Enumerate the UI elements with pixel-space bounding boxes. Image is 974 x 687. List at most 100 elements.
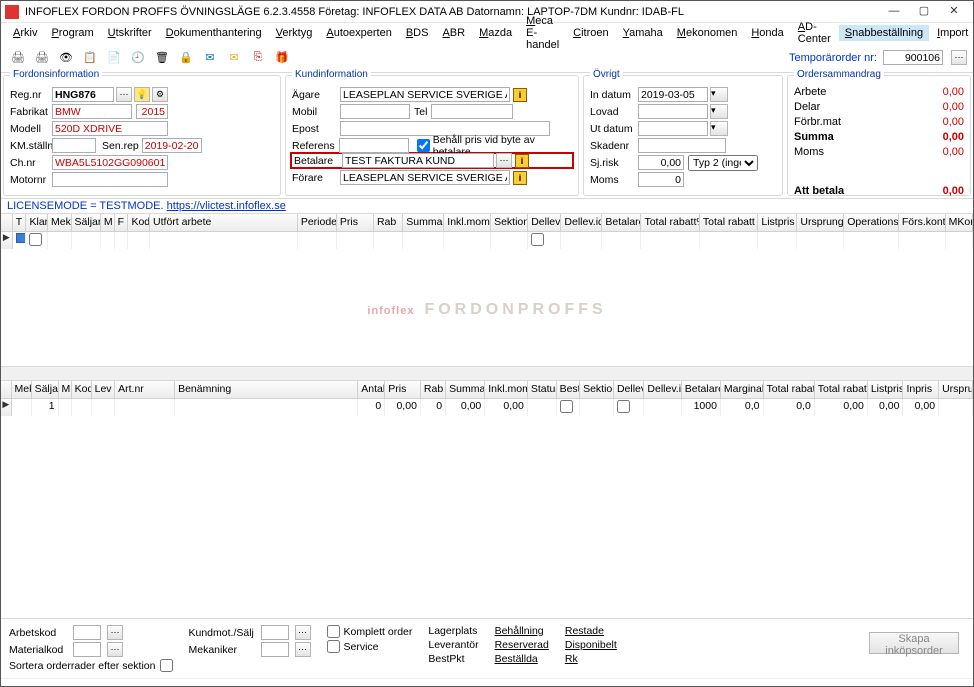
work-col-sektion[interactable]: Sektion (491, 214, 528, 231)
work-col-dellev[interactable]: Dellev (528, 214, 561, 231)
menu-utskrifter[interactable]: Utskrifter (102, 25, 158, 41)
service-checkbox[interactable] (327, 640, 340, 653)
parts-col-mek[interactable]: Mek (12, 381, 32, 398)
work-grid-row[interactable]: ▶ (1, 232, 973, 249)
menu-autoexperten[interactable]: Autoexperten (320, 25, 397, 41)
view-icon[interactable]: 👁 (55, 47, 77, 69)
kundmot-lookup[interactable]: ⋯ (295, 625, 311, 640)
tel-input[interactable] (431, 104, 513, 119)
arbetskod-input[interactable] (73, 625, 101, 640)
footer-reserverad[interactable]: Reserverad (495, 639, 549, 651)
work-col-t[interactable]: T (13, 214, 27, 231)
indatum-picker-button[interactable]: ▾ (710, 87, 728, 102)
pdf-icon[interactable]: ⎘ (247, 47, 269, 69)
parts-col-totalrabattkr[interactable]: Total rabatt kr (815, 381, 868, 398)
temporder-lookup-button[interactable]: ⋯ (951, 50, 967, 65)
forare-input[interactable] (340, 170, 510, 185)
kundmot-input[interactable] (261, 625, 289, 640)
print-icon[interactable]: 🖨 (7, 47, 29, 69)
parts-col-dellevid[interactable]: Dellev.id (644, 381, 681, 398)
menu-program[interactable]: Program (45, 25, 99, 41)
agare-input[interactable] (340, 87, 510, 102)
forare-info-button[interactable]: i (513, 171, 527, 185)
sortera-checkbox[interactable] (160, 659, 173, 672)
moms-input[interactable] (638, 172, 684, 187)
sms-icon[interactable]: ✉ (199, 47, 221, 69)
work-col-klar[interactable]: Klar (26, 214, 48, 231)
utdatum-input[interactable] (638, 121, 708, 136)
mekaniker-lookup[interactable]: ⋯ (295, 642, 311, 657)
menu-yamaha[interactable]: Yamaha (617, 25, 669, 41)
work-col-betalare[interactable]: Betalare (602, 214, 641, 231)
chnr-input[interactable] (52, 155, 168, 170)
regnr-bulb-icon[interactable]: 💡 (134, 87, 150, 102)
work-col-f[interactable]: F (115, 214, 129, 231)
work-grid-hscroll[interactable] (1, 366, 973, 380)
menu-ad-center[interactable]: AD-Center (792, 19, 837, 47)
work-col-operationsnr[interactable]: Operationsnr (844, 214, 899, 231)
parts-col-best[interactable]: Best (557, 381, 581, 398)
skadenr-input[interactable] (638, 138, 726, 153)
menu-import[interactable]: Import (931, 25, 974, 41)
footer-rk[interactable]: Rk (565, 653, 578, 665)
parts-col-antal[interactable]: Antal (358, 381, 385, 398)
referens-input[interactable] (339, 138, 409, 153)
footer-beställda[interactable]: Beställda (495, 653, 538, 665)
work-col-summa[interactable]: Summa (403, 214, 444, 231)
parts-col-benmning[interactable]: Benämning (175, 381, 358, 398)
work-col-totalrabattkr[interactable]: Total rabatt kr (700, 214, 758, 231)
parts-col-m[interactable]: M (59, 381, 72, 398)
create-purchase-order-button[interactable]: Skapa inköpsorder (869, 632, 959, 654)
minimize-button[interactable]: — (879, 2, 909, 22)
parts-col-inpris[interactable]: Inpris (903, 381, 939, 398)
work-col-utfrtarbete[interactable]: Utfört arbete (150, 214, 298, 231)
lock-icon[interactable]: 🔒 (175, 47, 197, 69)
menu-bds[interactable]: BDS (400, 25, 435, 41)
parts-col-sljare[interactable]: Säljare (32, 381, 59, 398)
parts-col-marginal[interactable]: Marginal% (721, 381, 764, 398)
parts-col-inklmoms[interactable]: Inkl.moms (485, 381, 528, 398)
work-col-kod[interactable]: Kod (128, 214, 150, 231)
parts-col-betalare[interactable]: Betalare (682, 381, 721, 398)
work-col-mek[interactable]: Mek (48, 214, 72, 231)
menu-citroen[interactable]: Citroen (567, 25, 614, 41)
menu-honda[interactable]: Honda (745, 25, 789, 41)
work-col-frskonto[interactable]: Förs.konto (899, 214, 946, 231)
materialkod-lookup[interactable]: ⋯ (107, 642, 123, 657)
mail-icon[interactable]: ✉ (223, 47, 245, 69)
print-preview-icon[interactable]: 🖨 (31, 47, 53, 69)
arbetskod-lookup[interactable]: ⋯ (107, 625, 123, 640)
menu-mekonomen[interactable]: Mekonomen (671, 25, 744, 41)
copy-icon[interactable]: 📋 (79, 47, 101, 69)
lovad-input[interactable] (638, 104, 708, 119)
kmstalln-input[interactable] (52, 138, 96, 153)
temporder-input[interactable] (883, 50, 943, 65)
betalare-lookup-button[interactable]: ⋯ (496, 153, 512, 168)
work-col-dellevid[interactable]: Dellev.id (561, 214, 602, 231)
betalare-input[interactable] (342, 153, 494, 168)
regnr-input[interactable] (52, 87, 114, 102)
work-col-pris[interactable]: Pris (337, 214, 374, 231)
regnr-lookup-button[interactable]: ⋯ (116, 87, 132, 102)
menu-arkiv[interactable]: Arkiv (7, 25, 43, 41)
menu-verktyg[interactable]: Verktyg (270, 25, 319, 41)
parts-grid-row[interactable]: ▶100,0000,000,0010000,00,00,000,000,00 (1, 399, 973, 416)
parts-col-artnr[interactable]: Art.nr (115, 381, 175, 398)
close-button[interactable]: ✕ (939, 2, 969, 22)
package-icon[interactable]: 🎁 (271, 47, 293, 69)
komplett-checkbox[interactable] (327, 625, 340, 638)
work-col-rab[interactable]: Rab (374, 214, 403, 231)
behall-pris-checkbox[interactable] (417, 139, 430, 152)
year-input[interactable] (136, 104, 168, 119)
sjrisk-input[interactable] (638, 155, 684, 170)
parts-col-rab[interactable]: Rab (421, 381, 446, 398)
footer-behållning[interactable]: Behållning (495, 625, 544, 637)
fabrikat-input[interactable] (52, 104, 132, 119)
work-col-mkor[interactable]: MKor (946, 214, 973, 231)
work-col-listpris[interactable]: Listpris (758, 214, 797, 231)
license-link[interactable]: https://vlictest.infoflex.se (167, 200, 286, 212)
paste-icon[interactable]: 📄 (103, 47, 125, 69)
menu-abr[interactable]: ABR (436, 25, 471, 41)
indatum-input[interactable] (638, 87, 708, 102)
parts-col-summa[interactable]: Summa (446, 381, 485, 398)
